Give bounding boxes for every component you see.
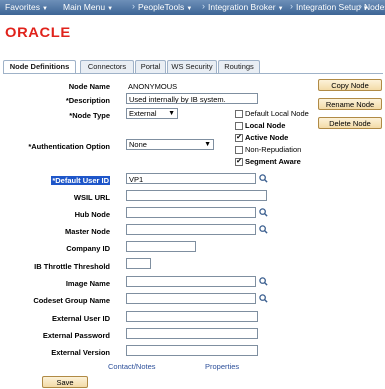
breadcrumb-separator: › [290, 1, 293, 11]
lookup-icon[interactable] [259, 277, 268, 286]
chevron-down-icon: ▼ [41, 6, 48, 12]
contact-notes-link[interactable]: Contact/Notes [108, 362, 156, 371]
external-version-input[interactable] [126, 345, 258, 356]
tab-node-definitions[interactable]: Node Definitions [3, 60, 76, 74]
node-name-value: ANONYMOUS [128, 82, 178, 91]
tab-divider [3, 73, 383, 74]
external-password-input[interactable] [126, 328, 258, 339]
image-name-input[interactable] [126, 276, 256, 287]
wsil-url-label: WSIL URL [73, 193, 110, 202]
checkmark-icon: ✔ [236, 158, 242, 165]
segment-aware-label: Segment Aware [245, 157, 301, 166]
breadcrumb-peopletools[interactable]: PeopleTools ▼ [138, 2, 192, 12]
oracle-logo: ORACLE [5, 24, 71, 40]
external-user-id-label: External User ID [52, 314, 110, 323]
description-label: *Description [65, 96, 110, 105]
breadcrumb-nodes[interactable]: Nodes [364, 2, 385, 12]
segment-aware-checkbox[interactable]: ✔ [235, 158, 243, 166]
dropdown-arrow-icon: ▼ [168, 110, 175, 117]
default-local-node-label: Default Local Node [245, 109, 309, 118]
delete-node-button[interactable]: Delete Node [318, 117, 382, 129]
authentication-option-select[interactable]: None ▼ [126, 139, 214, 150]
codeset-group-name-label: Codeset Group Name [33, 296, 110, 305]
company-id-input[interactable] [126, 241, 196, 252]
breadcrumb-integration-broker[interactable]: Integration Broker ▼ [208, 2, 284, 12]
default-local-node-checkbox[interactable] [235, 110, 243, 118]
active-node-label: Active Node [245, 133, 289, 142]
breadcrumb-integration-setup[interactable]: Integration Setup ▼ [296, 2, 369, 12]
codeset-group-name-input[interactable] [126, 293, 256, 304]
external-password-label: External Password [42, 331, 110, 340]
lookup-icon[interactable] [259, 208, 268, 217]
ib-throttle-threshold-input[interactable] [126, 258, 151, 269]
master-node-label: Master Node [64, 227, 110, 236]
local-node-checkbox[interactable] [235, 122, 243, 130]
breadcrumb-separator: › [359, 1, 362, 11]
description-input[interactable]: Used internally by IB system. [126, 93, 258, 104]
external-user-id-input[interactable] [126, 311, 258, 322]
node-type-select[interactable]: External ▼ [126, 108, 178, 119]
chevron-down-icon: ▼ [107, 6, 114, 12]
breadcrumb-separator: › [202, 1, 205, 11]
wsil-url-input[interactable] [126, 190, 267, 201]
checkmark-icon: ✔ [236, 134, 242, 141]
dropdown-arrow-icon: ▼ [204, 141, 211, 148]
master-node-input[interactable] [126, 224, 256, 235]
tab-ws-security[interactable]: WS Security [167, 60, 217, 73]
save-button[interactable]: Save [42, 376, 88, 388]
default-user-id-input[interactable]: VP1 [126, 173, 256, 184]
lookup-icon[interactable] [259, 294, 268, 303]
node-type-label: *Node Type [69, 111, 110, 120]
hub-node-label: Hub Node [74, 210, 110, 219]
lookup-icon[interactable] [259, 225, 268, 234]
chevron-down-icon: ▼ [277, 6, 284, 12]
chevron-down-icon: ▼ [186, 6, 193, 12]
active-node-checkbox[interactable]: ✔ [235, 134, 243, 142]
top-navigation-bar: Favorites ▼ Main Menu ▼ › PeopleTools ▼ › I… [0, 0, 385, 15]
node-name-label: Node Name [68, 82, 110, 91]
non-repudiation-label: Non-Repudiation [245, 145, 302, 154]
rename-node-button[interactable]: Rename Node [318, 98, 382, 110]
local-node-label: Local Node [245, 121, 286, 130]
tab-portal[interactable]: Portal [135, 60, 166, 73]
tab-connectors[interactable]: Connectors [80, 60, 134, 73]
properties-link[interactable]: Properties [205, 362, 239, 371]
authentication-option-label: *Authentication Option [28, 142, 110, 151]
lookup-icon[interactable] [259, 174, 268, 183]
default-user-id-label: *Default User ID [51, 176, 110, 185]
non-repudiation-checkbox[interactable] [235, 146, 243, 154]
image-name-label: Image Name [65, 279, 110, 288]
favorites-menu[interactable]: Favorites ▼ [5, 2, 48, 12]
tab-routings[interactable]: Routings [218, 60, 260, 73]
main-menu[interactable]: Main Menu ▼ [63, 2, 113, 12]
hub-node-input[interactable] [126, 207, 256, 218]
ib-throttle-threshold-label: IB Throttle Threshold [34, 262, 110, 271]
company-id-label: Company ID [66, 244, 110, 253]
copy-node-button[interactable]: Copy Node [318, 79, 382, 91]
breadcrumb-separator: › [132, 1, 135, 11]
external-version-label: External Version [51, 348, 110, 357]
